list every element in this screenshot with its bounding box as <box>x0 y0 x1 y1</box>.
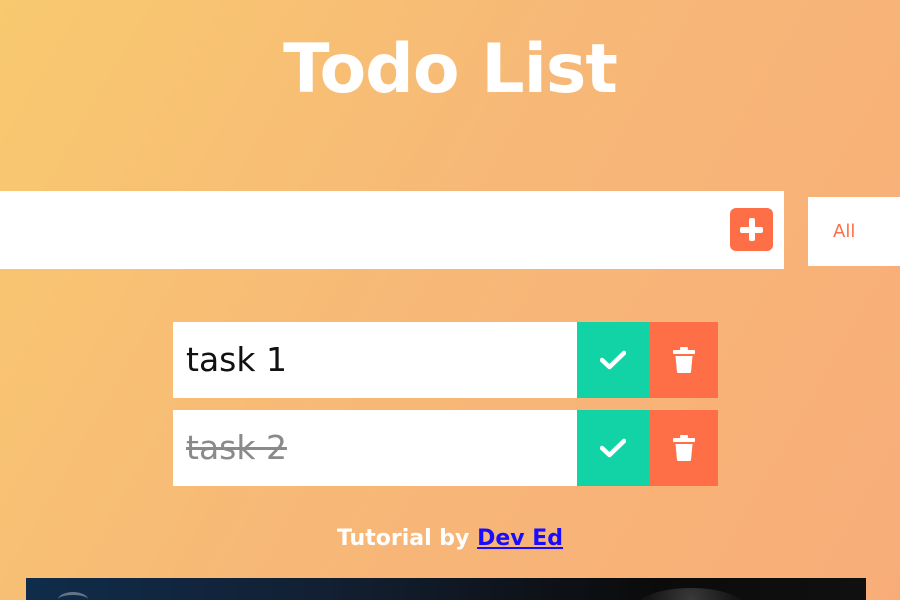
video-logo-icon <box>58 592 88 600</box>
trash-icon <box>672 435 695 461</box>
add-todo-button[interactable] <box>730 208 773 251</box>
check-icon <box>600 350 626 370</box>
page-title: Todo List <box>283 30 618 109</box>
video-embed[interactable] <box>26 578 866 600</box>
delete-button[interactable] <box>649 322 718 398</box>
todo-item-text: task 1 <box>186 340 287 379</box>
check-icon <box>600 438 626 458</box>
todo-item: task 1 <box>173 322 718 398</box>
plus-icon <box>730 208 773 251</box>
filter-select[interactable]: All <box>808 197 900 266</box>
complete-button[interactable] <box>577 322 649 398</box>
trash-icon <box>672 347 695 373</box>
filter-select-value: All <box>833 221 856 242</box>
todo-item: task 2 <box>173 410 718 486</box>
todo-input[interactable] <box>0 191 700 269</box>
todo-input-bar <box>0 191 784 269</box>
complete-button[interactable] <box>577 410 649 486</box>
delete-button[interactable] <box>649 410 718 486</box>
todo-item-text: task 2 <box>186 428 287 467</box>
tutorial-credit: Tutorial by Dev Ed <box>0 522 900 556</box>
video-thumbnail-figure <box>636 588 746 600</box>
credit-link[interactable]: Dev Ed <box>477 526 563 551</box>
todo-list: task 1 task 2 <box>173 322 718 498</box>
credit-prefix: Tutorial by <box>336 526 470 551</box>
